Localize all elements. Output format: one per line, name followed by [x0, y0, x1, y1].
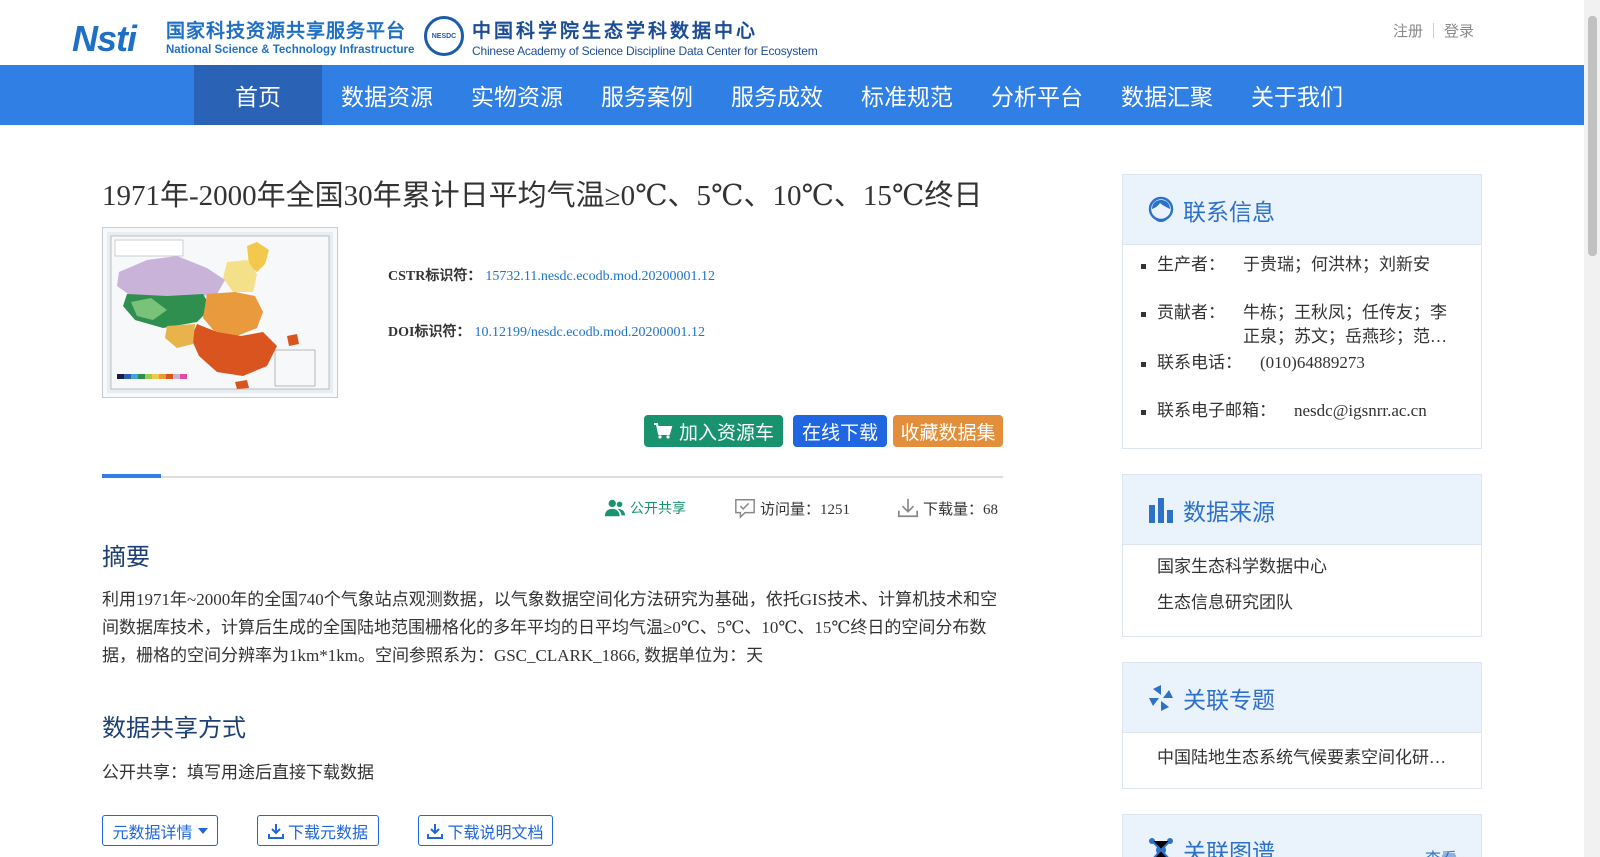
abstract-text: 利用1971年~2000年的全国740个气象站点观测数据，以气象数据空间化方法研… — [102, 590, 998, 665]
cstr-link[interactable]: 15732.11.nesdc.ecodb.mod.20200001.12 — [485, 269, 715, 284]
download-icon — [267, 823, 284, 839]
data-source-list: 国家生态科学数据中心 生态信息研究团队 — [1123, 545, 1481, 627]
related-graph-card-header: 关联图谱 查看 — [1123, 815, 1481, 857]
data-source-item[interactable]: 生态信息研究团队 — [1157, 591, 1461, 627]
dataset-thumbnail[interactable] — [102, 227, 338, 398]
contact-card: 联系信息 生产者： 于贵瑞；何洪林；刘新安 贡献者： 牛栋；王秋凤；任传友；李正… — [1122, 174, 1482, 449]
contributor-row: 贡献者： 牛栋；王秋凤；任传友；李正泉；苏文；岳燕珍；范… — [1139, 301, 1461, 349]
data-source-card: 数据来源 国家生态科学数据中心 生态信息研究团队 — [1122, 474, 1482, 637]
caret-down-icon — [197, 827, 208, 834]
download-count: 下载量：68 — [897, 497, 998, 519]
cstr-identifier: CSTR标识符： 15732.11.nesdc.ecodb.mod.2020000… — [388, 265, 715, 285]
site-header: Nsti 国家科技资源共享服务平台 National Science & Tec… — [0, 0, 1584, 65]
download-icon — [427, 823, 444, 839]
doi-label: DOI标识符： — [388, 325, 471, 340]
nsti-logo-cn: 国家科技资源共享服务平台 — [166, 20, 407, 42]
abstract-heading: 摘要 — [102, 543, 150, 571]
nav-item-analysis-platform[interactable]: 分析平台 — [972, 65, 1102, 125]
nesdc-logo-mark: NESDC — [424, 16, 464, 56]
download-metadata-label: 下载元数据 — [287, 822, 368, 842]
dataset-title: 1971年-2000年全国30年累计日平均气温≥0℃、5℃、10℃、15℃终日 — [102, 180, 983, 212]
nesdc-logo-cn: 中国科学院生态学科数据中心 — [472, 20, 759, 42]
data-source-card-header: 数据来源 — [1123, 475, 1481, 545]
nav-item-about-us[interactable]: 关于我们 — [1232, 65, 1362, 125]
bar-chart-icon — [1149, 497, 1173, 523]
auth-links: 注册 登录 — [1393, 20, 1474, 41]
email-label: 联系电子邮箱： — [1157, 401, 1276, 420]
favorite-dataset-button[interactable]: 收藏数据集 — [893, 415, 1003, 447]
producer-label: 生产者： — [1157, 255, 1225, 274]
related-graph-card: 关联图谱 查看 — [1122, 814, 1482, 857]
download-icon — [898, 498, 918, 518]
add-to-cart-button[interactable]: 加入资源车 — [644, 415, 783, 447]
contact-card-title: 联系信息 — [1183, 199, 1275, 226]
cstr-label: CSTR标识符： — [388, 269, 482, 284]
graph-icon — [1149, 837, 1173, 857]
main-nav: 首页 数据资源 实物资源 服务案例 服务成效 标准规范 分析平台 数据汇聚 关于… — [0, 65, 1584, 125]
download-doc-button[interactable]: 下载说明文档 — [418, 815, 553, 846]
contributor-value: 牛栋；王秋凤；任传友；李正泉；苏文；岳燕珍；范… — [1243, 303, 1447, 346]
person-icon — [1148, 196, 1174, 222]
contributor-label: 贡献者： — [1157, 303, 1225, 322]
comment-icon — [735, 499, 755, 519]
cart-icon — [653, 423, 673, 439]
nav-item-service-cases[interactable]: 服务案例 — [582, 65, 712, 125]
related-topic-card-header: 关联专题 — [1123, 663, 1481, 733]
online-download-button[interactable]: 在线下载 — [793, 415, 887, 447]
related-topic-item[interactable]: 中国陆地生态系统气候要素空间化研… — [1123, 733, 1481, 768]
doi-identifier: DOI标识符： 10.12199/nesdc.ecodb.mod.20200001… — [388, 321, 705, 341]
data-source-card-title: 数据来源 — [1183, 499, 1275, 526]
login-link[interactable]: 登录 — [1444, 20, 1474, 41]
page-scrollbar[interactable] — [1584, 0, 1600, 857]
add-to-cart-label: 加入资源车 — [678, 421, 774, 444]
data-source-item[interactable]: 国家生态科学数据中心 — [1157, 555, 1461, 591]
metadata-details-label: 元数据详情 — [112, 822, 193, 842]
email-row: 联系电子邮箱： nesdc@igsnrr.ac.cn — [1139, 399, 1461, 423]
tab-underline — [102, 474, 1003, 478]
phone-row: 联系电话： (010)64889273 — [1139, 351, 1461, 399]
tab-active-indicator — [102, 474, 161, 478]
related-topic-card-title: 关联专题 — [1183, 687, 1275, 714]
producer-row: 生产者： 于贵瑞；何洪林；刘新安 — [1139, 253, 1461, 301]
share-mode-text: 公开共享：填写用途后直接下载数据 — [102, 763, 374, 782]
nav-item-standards[interactable]: 标准规范 — [842, 65, 972, 125]
register-link[interactable]: 注册 — [1393, 20, 1423, 41]
china-map-image — [107, 232, 333, 393]
auth-divider — [1432, 23, 1434, 38]
share-mode-heading: 数据共享方式 — [102, 714, 246, 742]
visit-count: 访问量：1251 — [734, 497, 850, 519]
nav-item-service-results[interactable]: 服务成效 — [712, 65, 842, 125]
related-graph-card-title: 关联图谱 — [1183, 839, 1275, 857]
visit-count-label: 访问量：1251 — [760, 501, 851, 518]
view-graph-link[interactable]: 查看 — [1425, 845, 1457, 857]
phone-value: (010)64889273 — [1260, 353, 1365, 372]
related-topic-card: 关联专题 中国陆地生态系统气候要素空间化研… — [1122, 662, 1482, 789]
doi-link[interactable]: 10.12199/nesdc.ecodb.mod.20200001.12 — [474, 325, 705, 340]
nsti-logo-en: National Science & Technology Infrastruc… — [166, 44, 415, 56]
download-doc-label: 下载说明文档 — [447, 822, 544, 842]
email-value[interactable]: nesdc@igsnrr.ac.cn — [1294, 399, 1427, 423]
contact-list: 生产者： 于贵瑞；何洪林；刘新安 贡献者： 牛栋；王秋凤；任传友；李正泉；苏文；… — [1123, 245, 1481, 423]
producer-value: 于贵瑞；何洪林；刘新安 — [1243, 255, 1430, 274]
nav-item-home[interactable]: 首页 — [194, 65, 322, 125]
nav-item-data-resources[interactable]: 数据资源 — [322, 65, 452, 125]
download-metadata-button[interactable]: 下载元数据 — [257, 815, 379, 846]
metadata-details-button[interactable]: 元数据详情 — [102, 815, 218, 846]
topic-icon — [1149, 684, 1173, 711]
nav-item-data-aggregation[interactable]: 数据汇聚 — [1102, 65, 1232, 125]
nesdc-logo[interactable]: NESDC 中国科学院生态学科数据中心 Chinese Academy of S… — [424, 14, 824, 60]
contact-card-header: 联系信息 — [1123, 175, 1481, 245]
share-status: 公开共享 — [604, 497, 686, 519]
share-status-label: 公开共享 — [630, 501, 686, 517]
nsti-logo[interactable]: Nsti 国家科技资源共享服务平台 National Science & Tec… — [72, 14, 415, 60]
nesdc-logo-en: Chinese Academy of Science Discipline Da… — [472, 44, 818, 58]
nav-item-physical-resources[interactable]: 实物资源 — [452, 65, 582, 125]
users-icon — [604, 499, 626, 517]
download-count-label: 下载量：68 — [923, 501, 999, 518]
nav-items: 首页 数据资源 实物资源 服务案例 服务成效 标准规范 分析平台 数据汇聚 关于… — [194, 65, 1362, 125]
scrollbar-thumb[interactable] — [1588, 16, 1597, 256]
nsti-logo-mark: Nsti — [72, 18, 137, 59]
phone-label: 联系电话： — [1157, 353, 1242, 372]
